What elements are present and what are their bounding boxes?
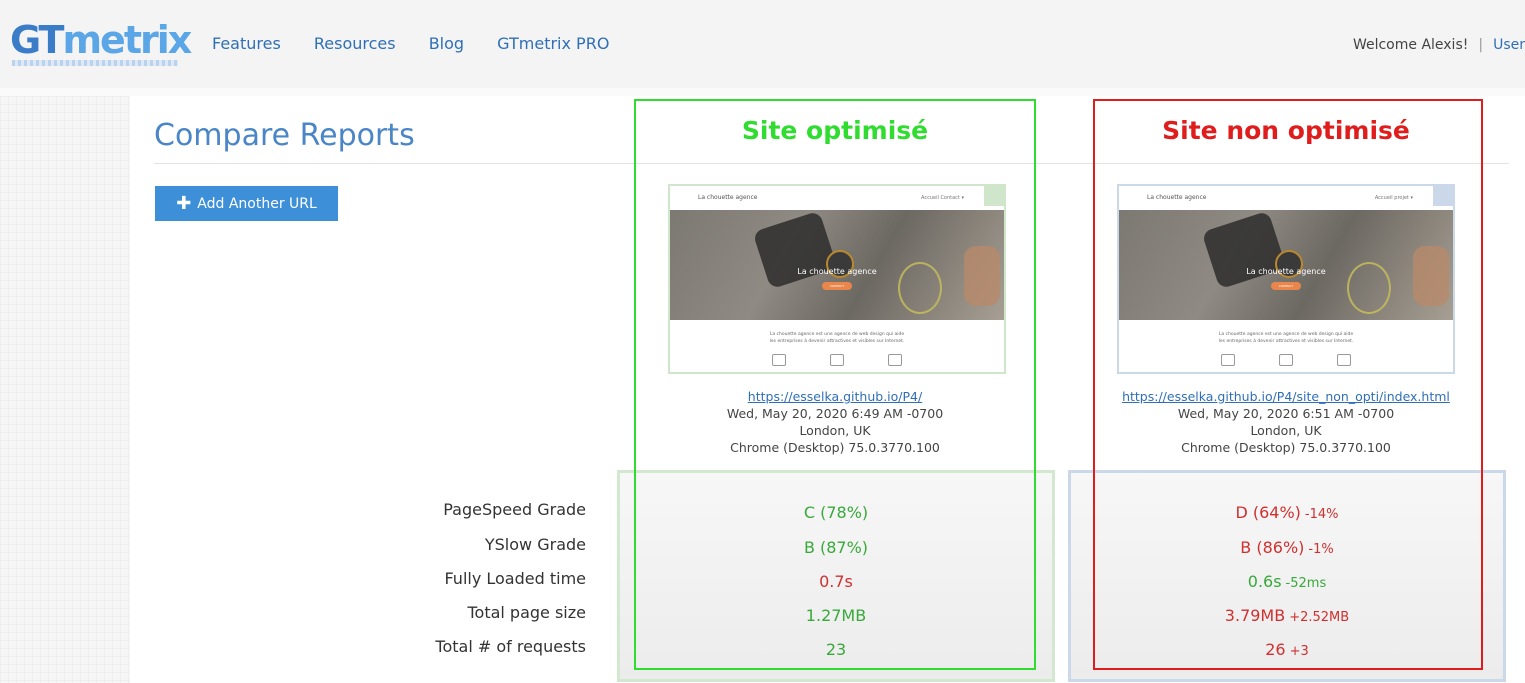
thumb-desc-line-1: La chouette agence est une agence de web…: [1218, 332, 1354, 337]
label-yslow: YSlow Grade: [484, 535, 586, 554]
thumb-hero-button: CONTACT: [822, 282, 852, 290]
logo-metrix-text: metrix: [62, 18, 192, 62]
site-info-2: https://esselka.github.io/P4/site_non_op…: [1086, 388, 1486, 456]
fully-loaded-value-2: 0.6s -52ms: [1247, 572, 1327, 591]
title-divider: [154, 163, 1509, 164]
top-header: GTmetrix Features Resources Blog GTmetri…: [0, 0, 1525, 88]
add-another-url-label: Add Another URL: [197, 195, 317, 212]
yslow-value-2: B (86%) -1%: [1240, 538, 1334, 557]
label-pagespeed: PageSpeed Grade: [443, 500, 586, 519]
pagespeed-delta-2: -14%: [1304, 507, 1339, 522]
requests-value-1: 23: [825, 640, 847, 659]
logo-gt-text: GT: [10, 18, 64, 62]
fully-loaded-value-1: 0.7s: [819, 572, 853, 591]
thumb-description: La chouette agence est une agence de web…: [1119, 331, 1453, 345]
thumb-desc-line-2: les entreprises à devenir attractives et…: [769, 339, 905, 344]
thumb-navbar: La chouette agence Accueil projet ▾: [1119, 186, 1453, 210]
site-screenshot-2[interactable]: La chouette agence Accueil projet ▾ La c…: [1117, 184, 1455, 374]
page-size-delta-2: +2.52MB: [1289, 610, 1350, 625]
user-link[interactable]: User: [1493, 37, 1525, 53]
thumb-phone-image: [1201, 210, 1287, 290]
yslow-delta-2: -1%: [1308, 542, 1334, 557]
thumb-navbar: La chouette agence Accueil Contact ▾: [670, 186, 1004, 210]
thumb-hero-title: La chouette agence: [797, 267, 877, 276]
site-browser-1: Chrome (Desktop) 75.0.3770.100: [730, 440, 940, 455]
layout-icon: [1221, 354, 1235, 366]
thumb-menu-icon: [984, 186, 1004, 206]
welcome-area: Welcome Alexis! | User: [1353, 37, 1525, 53]
metrics-box-2: D (64%) -14% B (86%) -1% 0.6s -52ms 3.79MB +…: [1068, 470, 1506, 682]
pagespeed-value-2: D (64%) -14%: [1235, 503, 1339, 522]
thumb-hero: La chouette agence CONTACT: [1119, 210, 1453, 320]
thumb-description: La chouette agence est une agence de web…: [670, 331, 1004, 345]
metrics-box-1: C (78%) B (87%) 0.7s 1.27MB 23: [617, 470, 1055, 682]
thumb-menu-icon: [1433, 186, 1453, 206]
thumb-hero-title: La chouette agence: [1246, 267, 1326, 276]
main-nav: Features Resources Blog GTmetrix PRO: [212, 34, 637, 56]
site-location-2: London, UK: [1250, 423, 1322, 438]
pencil-icon: [1337, 354, 1351, 366]
yslow-value-1: B (87%): [803, 538, 869, 557]
presentation-icon: [830, 354, 844, 366]
thumb-logo: La chouette agence: [698, 194, 758, 201]
site-screenshot-1[interactable]: La chouette agence Accueil Contact ▾ La …: [668, 184, 1006, 374]
site-annotation-2: Site non optimisé: [1162, 116, 1410, 145]
site-annotation-1: Site optimisé: [741, 116, 929, 145]
thumb-hero-button: CONTACT: [1271, 282, 1301, 290]
nav-gtmetrix-pro[interactable]: GTmetrix PRO: [497, 34, 609, 53]
thumb-desc-line-1: La chouette agence est une agence de web…: [769, 332, 905, 337]
thumb-hero: La chouette agence CONTACT: [670, 210, 1004, 320]
gtmetrix-logo[interactable]: GTmetrix: [10, 18, 192, 62]
requests-delta-2: +3: [1289, 644, 1309, 659]
thumb-desc-line-2: les entreprises à devenir attractives et…: [1218, 339, 1354, 344]
page-size-value-2: 3.79MB +2.52MB: [1224, 606, 1350, 625]
nav-resources[interactable]: Resources: [314, 34, 396, 53]
add-another-url-button[interactable]: ✚ Add Another URL: [155, 186, 338, 221]
header-divider: [0, 88, 1525, 96]
label-page-size: Total page size: [467, 603, 586, 622]
nav-blog[interactable]: Blog: [429, 34, 464, 53]
site-browser-2: Chrome (Desktop) 75.0.3770.100: [1181, 440, 1391, 455]
site-date-1: Wed, May 20, 2020 6:49 AM -0700: [726, 406, 944, 421]
thumb-feature-icons: [670, 354, 1004, 366]
thumb-feature-icons: [1119, 354, 1453, 366]
thumb-phone-image: [752, 210, 838, 290]
pagespeed-value-1: C (78%): [803, 503, 869, 522]
thumb-hand-image: [964, 246, 1000, 306]
welcome-separator: |: [1478, 37, 1484, 53]
label-requests: Total # of requests: [435, 637, 586, 656]
site-url-link-1[interactable]: https://esselka.github.io/P4/: [748, 389, 922, 404]
label-fully-loaded: Fully Loaded time: [444, 569, 586, 588]
pencil-icon: [888, 354, 902, 366]
thumb-hand-image: [1413, 246, 1449, 306]
nav-features[interactable]: Features: [212, 34, 281, 53]
site-url-link-2[interactable]: https://esselka.github.io/P4/site_non_op…: [1122, 389, 1450, 404]
page-size-value-1: 1.27MB: [805, 606, 867, 625]
plus-icon: ✚: [176, 192, 192, 214]
site-date-2: Wed, May 20, 2020 6:51 AM -0700: [1177, 406, 1395, 421]
left-gutter-pattern: [0, 96, 130, 683]
thumb-links: Accueil projet ▾: [1374, 195, 1413, 201]
site-info-1: https://esselka.github.io/P4/ Wed, May 2…: [635, 388, 1035, 456]
presentation-icon: [1279, 354, 1293, 366]
layout-icon: [772, 354, 786, 366]
logo-underline-pattern: [12, 60, 178, 66]
site-location-1: London, UK: [799, 423, 871, 438]
welcome-text: Welcome Alexis!: [1352, 37, 1469, 53]
requests-value-2: 26 +3: [1265, 640, 1309, 659]
thumb-logo: La chouette agence: [1147, 194, 1207, 201]
fully-loaded-delta-2: -52ms: [1285, 576, 1327, 591]
page-title: Compare Reports: [154, 118, 415, 153]
thumb-links: Accueil Contact ▾: [921, 195, 964, 201]
